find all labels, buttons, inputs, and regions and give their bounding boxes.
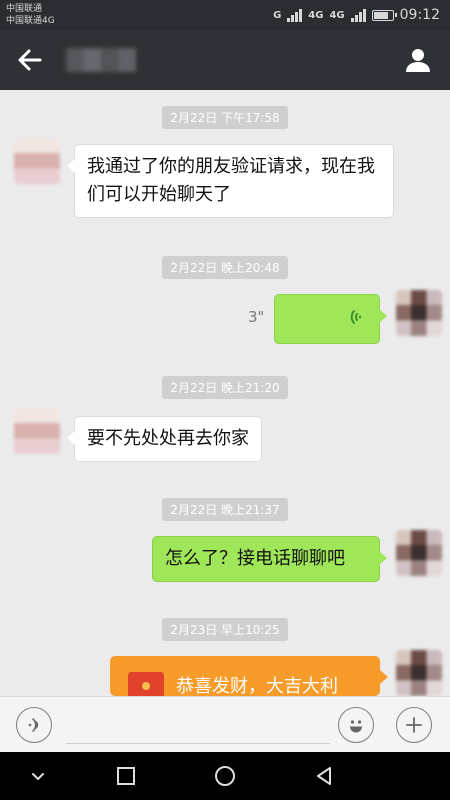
circle-icon[interactable] <box>213 764 237 788</box>
voice-message-bubble[interactable] <box>274 294 387 344</box>
contact-avatar[interactable] <box>14 408 60 454</box>
my-avatar[interactable] <box>396 290 442 336</box>
arrow-left-icon <box>18 49 42 71</box>
back-button[interactable] <box>14 44 46 76</box>
timestamp: 2月22日 下午17:58 <box>0 106 450 129</box>
voice-input-button[interactable] <box>16 707 52 743</box>
signal-2-icon <box>350 8 366 22</box>
signal-1-label: G <box>273 9 282 21</box>
emoji-button[interactable] <box>338 707 374 743</box>
battery-level <box>373 11 388 19</box>
square-icon[interactable] <box>114 764 138 788</box>
chevron-down-icon[interactable] <box>26 764 50 788</box>
timestamp: 2月22日 晚上21:20 <box>0 376 450 399</box>
timestamp: 2月22日 晚上20:48 <box>0 256 450 279</box>
clock: 09:12 <box>399 7 440 23</box>
carrier-2: 中国联通4G <box>6 16 55 26</box>
timestamp: 2月23日 早上10:25 <box>0 618 450 641</box>
message-list[interactable]: 2月22日 下午17:58 我通过了你的朋友验证请求，现在我们可以开始聊天了 2… <box>0 90 450 702</box>
carrier-info: 中国联通 中国联通4G <box>6 3 55 27</box>
my-avatar[interactable] <box>396 530 442 576</box>
plus-icon <box>406 717 422 733</box>
title-bar <box>0 30 450 90</box>
triangle-back-icon[interactable] <box>312 764 336 788</box>
voice-duration: 3" <box>248 308 265 326</box>
message-bubble-incoming[interactable]: 要不先处处再去你家 <box>67 416 262 462</box>
signal-1-icon <box>287 8 303 22</box>
timestamp: 2月22日 晚上21:37 <box>0 498 450 521</box>
chat-info-button[interactable] <box>402 44 434 76</box>
signal-2-label: 4G <box>308 9 324 21</box>
battery-icon <box>371 9 397 21</box>
person-icon <box>406 49 430 72</box>
input-bar <box>0 696 450 753</box>
status-bar: 中国联通 中国联通4G G 4G 4G 09:12 <box>0 0 450 30</box>
signal-3-label: 4G <box>329 9 345 21</box>
more-button[interactable] <box>396 707 432 743</box>
message-bubble-incoming[interactable]: 我通过了你的朋友验证请求，现在我们可以开始聊天了 <box>67 144 394 218</box>
message-input[interactable] <box>66 743 330 744</box>
contact-avatar[interactable] <box>14 138 60 184</box>
status-indicators: G 4G 4G 09:12 <box>273 4 440 26</box>
red-packet-greeting: 恭喜发财，大吉大利 <box>176 676 338 697</box>
chat-title-blurred <box>66 48 136 72</box>
voice-input-icon <box>28 718 39 732</box>
message-bubble-outgoing[interactable]: 怎么了？接电话聊聊吧 <box>152 536 387 582</box>
red-packet-message[interactable]: 恭喜发财，大吉大利 <box>110 656 388 702</box>
system-nav-bar <box>0 752 450 800</box>
my-avatar[interactable] <box>396 650 442 696</box>
smiley-icon <box>350 720 362 733</box>
carrier-1: 中国联通 <box>6 4 43 14</box>
voice-wave-icon <box>350 310 361 324</box>
